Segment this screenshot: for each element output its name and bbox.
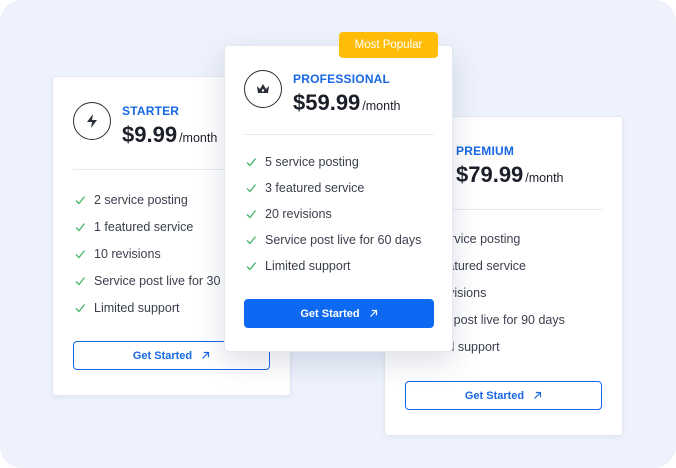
feature-label: Limited support [94,300,180,315]
feature-label: 3 featured service [265,181,365,195]
divider [244,134,434,135]
check-icon [75,276,85,285]
button-label: Get Started [464,389,525,402]
professional-get-started-button[interactable]: Get Started [244,299,434,328]
feature-item: 3 featured service [246,175,421,201]
most-popular-badge: Most Popular [339,32,438,58]
check-icon [75,249,85,258]
premium-get-started-button[interactable]: Get Started [405,381,602,410]
feature-item: ted support [437,333,565,360]
crown-icon [244,70,282,108]
feature-label: Limited support [265,259,351,273]
lightning-icon [73,102,111,140]
plan-price: $79.99 [456,162,524,187]
feature-label: 5 service posting [265,155,359,169]
feature-item: service posting [437,225,565,252]
feature-item: Service post live for 60 days [246,227,421,253]
professional-plan-card: PROFESSIONAL $59.99/month 5 service post… [224,45,453,352]
check-icon [246,262,256,271]
check-icon [246,184,256,193]
price-period: /month [179,131,218,145]
feature-label: ce post live for 90 days [437,312,565,327]
feature-item: 5 service posting [246,149,421,175]
check-icon [246,158,256,167]
feature-list: service posting featured service revisio… [437,225,565,360]
price-period: /month [525,171,564,185]
check-icon [75,195,85,204]
feature-label: 1 featured service [94,219,194,234]
button-label: Get Started [300,307,360,320]
feature-label: 10 revisions [94,246,161,261]
plan-price: $59.99 [293,90,361,115]
feature-item: featured service [437,252,565,279]
price-row: $79.99/month [456,162,564,188]
plan-name: PREMIUM [456,144,515,158]
feature-label: Service post live for 60 days [265,233,422,247]
feature-item: ce post live for 90 days [437,306,565,333]
button-label: Get Started [132,349,193,362]
feature-item: 20 revisions [246,201,421,227]
plan-price: $9.99 [122,122,178,147]
check-icon [75,222,85,231]
feature-item: Limited support [246,253,421,279]
check-icon [246,236,256,245]
feature-label: 20 revisions [265,207,332,221]
arrow-up-right-icon [369,309,377,317]
feature-list: 5 service posting 3 featured service 20 … [246,149,421,279]
check-icon [75,303,85,312]
plan-name: STARTER [122,104,180,118]
price-row: $59.99/month [293,90,401,116]
arrow-up-right-icon [534,391,542,399]
price-period: /month [362,99,401,113]
feature-item: revisions [437,279,565,306]
plan-name: PROFESSIONAL [293,72,391,86]
price-row: $9.99/month [122,122,217,148]
check-icon [246,210,256,219]
arrow-up-right-icon [202,351,210,359]
feature-label: 2 service posting [94,192,188,207]
